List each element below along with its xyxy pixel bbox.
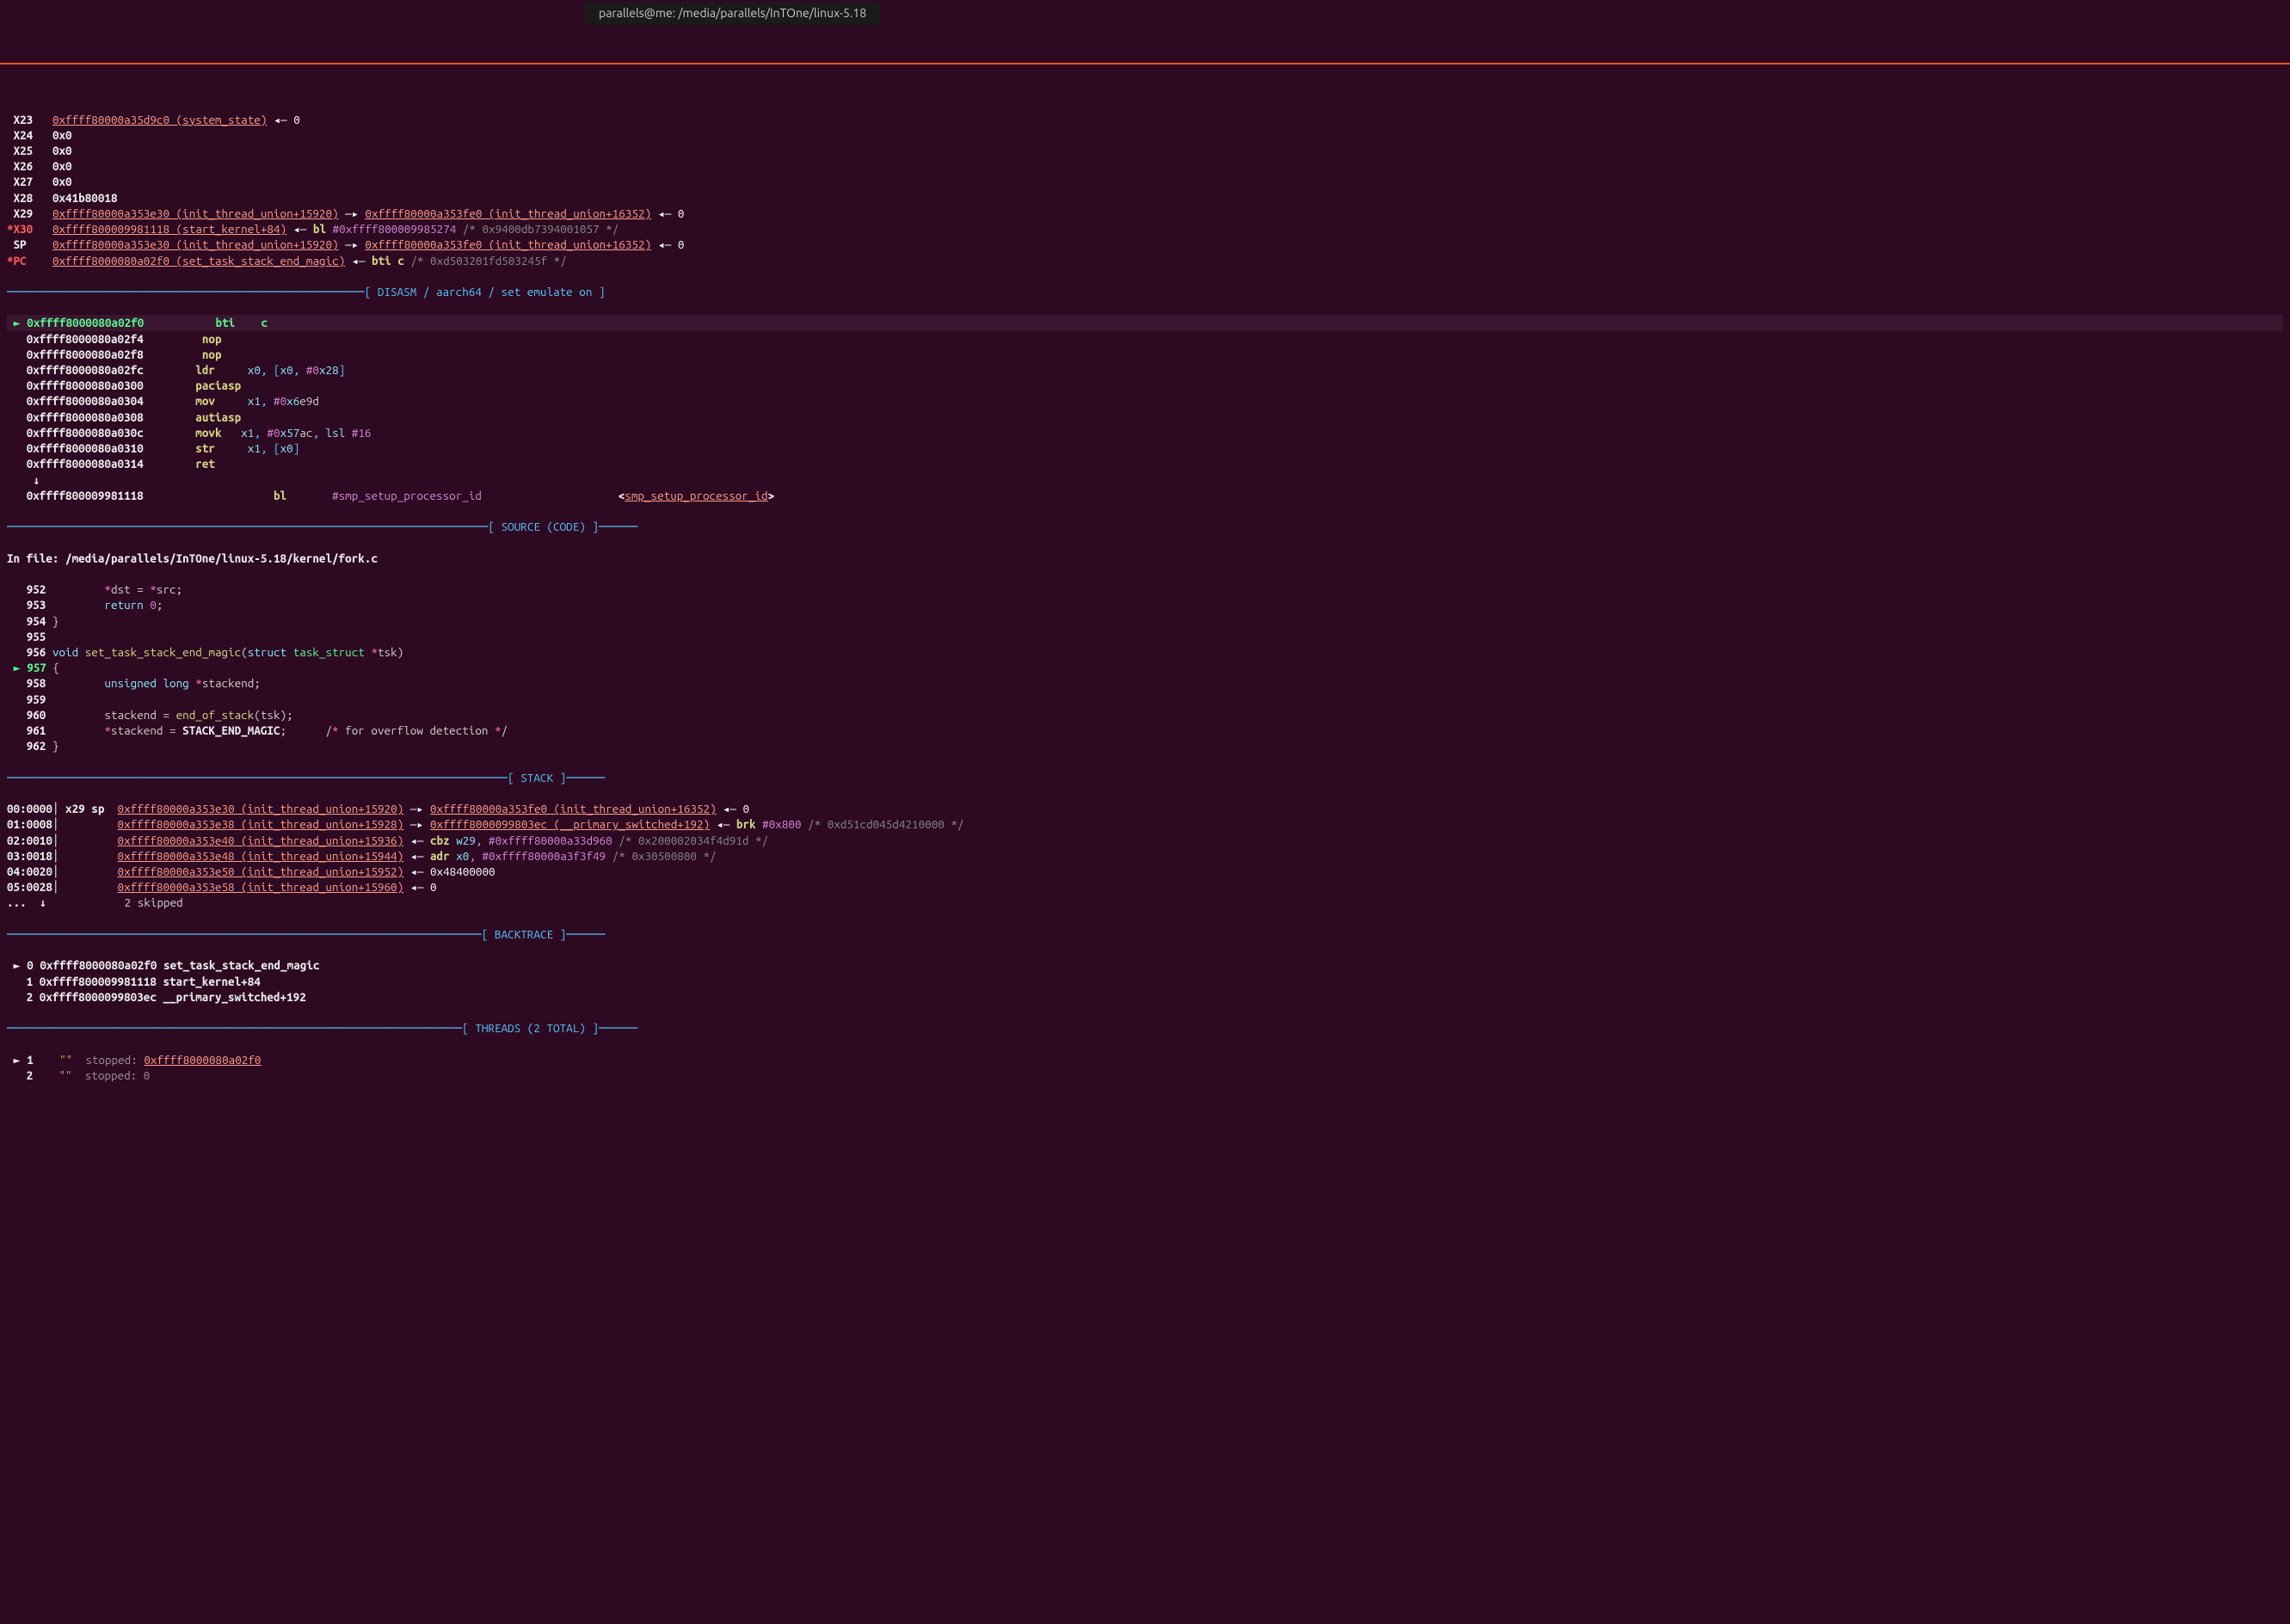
- register-value-link[interactable]: 0xffff80000a353fe0 (init_thread_union+16…: [365, 206, 651, 220]
- section-backtrace: ────────────────────────────────────────…: [7, 926, 2283, 942]
- stack-target-link[interactable]: 0xffff8000099803ec (__primary_switched+1…: [430, 817, 710, 831]
- section-stack: ────────────────────────────────────────…: [7, 770, 2283, 785]
- section-source: ────────────────────────────────────────…: [7, 519, 2283, 534]
- source-panel: 952 *dst = *src; 953 return 0; 954 } 955…: [7, 581, 2283, 754]
- register-value-link[interactable]: 0xffff8000080a02f0 (set_task_stack_end_m…: [52, 254, 345, 268]
- register-value-link[interactable]: 0xffff800009981118 (start_kernel+84): [52, 222, 286, 236]
- backtrace-panel: ► 0 0xffff8000080a02f0 set_task_stack_en…: [7, 957, 2283, 1005]
- registers-panel: X23 0xffff80000a35d9c0 (system_state) ◂—…: [7, 112, 2283, 268]
- window-title: parallels@me: /media/parallels/InTOne/li…: [585, 2, 880, 25]
- section-threads: ────────────────────────────────────────…: [7, 1020, 2283, 1036]
- disasm-panel: ► 0xffff8000080a02f0 bti c 0xffff8000080…: [7, 315, 2283, 503]
- disasm-symbol-link[interactable]: smp_setup_processor_id: [625, 489, 767, 502]
- register-value-link[interactable]: 0xffff80000a35d9c0 (system_state): [52, 113, 267, 126]
- window-top-border: [0, 63, 2290, 65]
- section-disasm: ────────────────────────────────────────…: [7, 284, 2283, 299]
- register-value-link[interactable]: 0xffff80000a353e30 (init_thread_union+15…: [52, 237, 339, 251]
- register-value-link[interactable]: 0xffff80000a353fe0 (init_thread_union+16…: [365, 237, 651, 251]
- stack-addr-link[interactable]: 0xffff80000a353e50 (init_thread_union+15…: [118, 864, 404, 878]
- stack-addr-link[interactable]: 0xffff80000a353e58 (init_thread_union+15…: [118, 880, 404, 894]
- stack-addr-link[interactable]: 0xffff80000a353e40 (init_thread_union+15…: [118, 834, 404, 847]
- thread-addr-link[interactable]: 0xffff8000080a02f0: [144, 1053, 261, 1067]
- stack-panel: 00:0000│ x29 sp 0xffff80000a353e30 (init…: [7, 801, 2283, 911]
- stack-addr-link[interactable]: 0xffff80000a353e38 (init_thread_union+15…: [118, 817, 404, 831]
- stack-addr-link[interactable]: 0xffff80000a353e30 (init_thread_union+15…: [118, 802, 404, 815]
- threads-panel: ► 1 "" stopped: 0xffff8000080a02f0 2 "" …: [7, 1052, 2283, 1083]
- stack-target-link[interactable]: 0xffff80000a353fe0 (init_thread_union+16…: [430, 802, 717, 815]
- stack-addr-link[interactable]: 0xffff80000a353e48 (init_thread_union+15…: [118, 849, 404, 863]
- register-value-link[interactable]: 0xffff80000a353e30 (init_thread_union+15…: [52, 206, 339, 220]
- source-file: In file: /media/parallels/InTOne/linux-5…: [7, 551, 2283, 566]
